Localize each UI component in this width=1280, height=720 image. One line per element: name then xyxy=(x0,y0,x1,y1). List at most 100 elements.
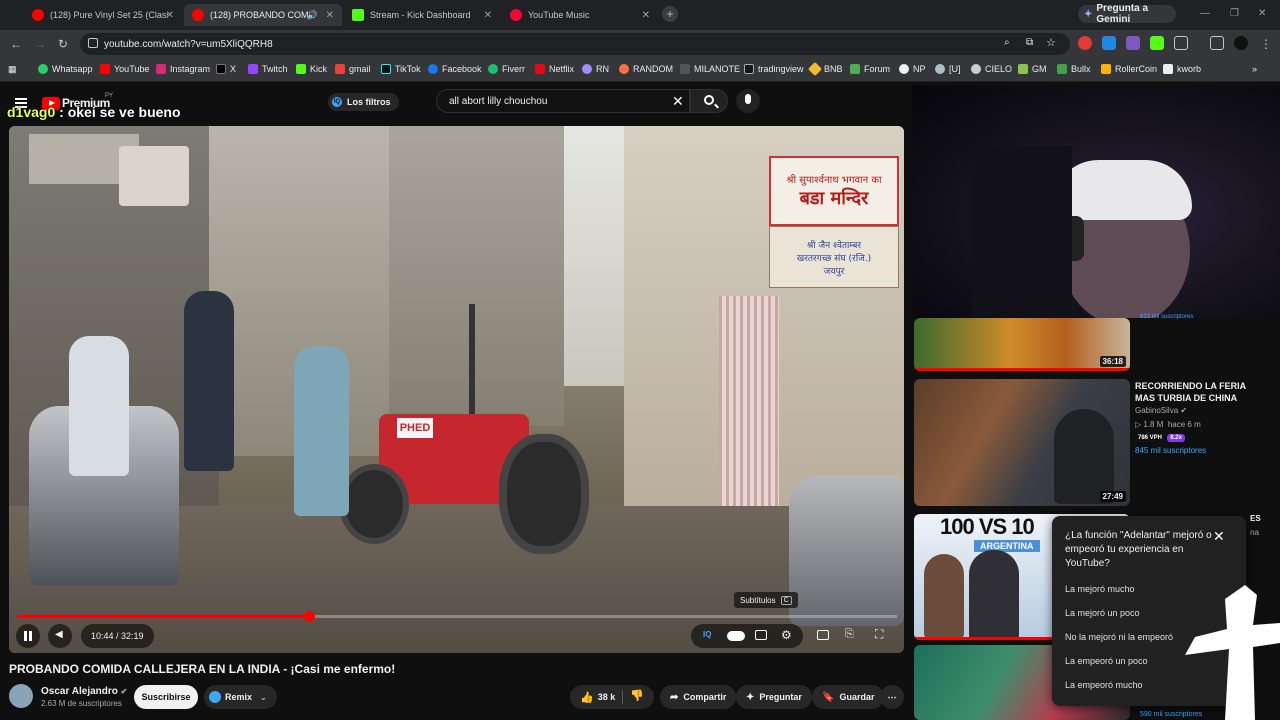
volume-button[interactable]: ◀ xyxy=(48,624,72,648)
bookmark-whatsapp[interactable]: Whatsapp xyxy=(38,64,93,74)
bookmark-tradingview[interactable]: tradingview xyxy=(744,64,804,74)
bookmark-gm[interactable]: GM xyxy=(1018,64,1047,74)
subtitles-icon[interactable] xyxy=(755,630,767,640)
more-bookmarks-icon[interactable]: » xyxy=(1252,64,1257,74)
bookmark-random[interactable]: RANDOM xyxy=(619,64,673,74)
filters-chip[interactable]: IQ Los filtros xyxy=(328,93,399,111)
extensions-puzzle-icon[interactable] xyxy=(1174,36,1188,50)
bookmark-forum[interactable]: Forum xyxy=(850,64,890,74)
kick-extension-icon[interactable] xyxy=(1150,36,1164,50)
bookmark-facebook[interactable]: Facebook xyxy=(428,64,482,74)
zoom-icon[interactable]: ⌕ xyxy=(1004,37,1010,48)
search-button[interactable] xyxy=(690,89,728,113)
tab-kick-dashboard[interactable]: Stream - Kick Dashboard ✕ xyxy=(344,4,500,26)
extension-icon[interactable] xyxy=(1102,36,1116,50)
maximize-icon[interactable]: ❐ xyxy=(1230,8,1239,19)
gemini-label: Pregunta a Gemini xyxy=(1096,3,1149,25)
bookmark-netflix[interactable]: Netflix xyxy=(535,64,574,74)
instagram-icon xyxy=(156,64,166,74)
install-icon[interactable]: ⧉ xyxy=(1026,37,1033,48)
bookmark-x[interactable]: X xyxy=(216,64,236,74)
facebook-icon xyxy=(428,64,438,74)
survey-option[interactable]: La mejoró un poco xyxy=(1065,608,1140,618)
gemini-button[interactable]: ✦ Pregunta a Gemini xyxy=(1078,3,1176,25)
site-info-icon[interactable] xyxy=(88,38,98,48)
fullscreen-icon[interactable]: ⛶ xyxy=(875,627,883,642)
close-icon[interactable]: ✕ xyxy=(1213,528,1225,545)
save-button[interactable]: 🔖 Guardar xyxy=(812,685,885,709)
close-icon[interactable]: ✕ xyxy=(166,10,174,21)
dislike-icon[interactable]: 👎 xyxy=(630,689,644,702)
bookmark-instagram[interactable]: Instagram xyxy=(156,64,210,74)
channel-avatar[interactable] xyxy=(9,684,33,708)
recommendation-title[interactable]: RECORRIENDO LA FERIA MAS TURBIA DE CHINA xyxy=(1135,380,1265,404)
bookmark-milanote[interactable]: MILANOTE xyxy=(680,64,740,74)
vph-badge: 786 VPH xyxy=(1135,434,1166,442)
forward-icon[interactable]: → xyxy=(34,37,46,51)
bookmark-star-icon[interactable]: ☆ xyxy=(1046,36,1056,49)
tab-pure-vinyl[interactable]: (128) Pure Vinyl Set 25 (Classic ✕ xyxy=(24,4,182,26)
reload-icon[interactable]: ↻ xyxy=(58,37,68,51)
autoplay-toggle[interactable] xyxy=(727,631,745,641)
bookmark-kick[interactable]: Kick xyxy=(296,64,327,74)
bookmark-kworb[interactable]: kworb xyxy=(1163,64,1201,74)
cast-icon[interactable]: ⎘ xyxy=(845,628,854,641)
bookmark-fiverr[interactable]: Fiverr xyxy=(488,64,525,74)
survey-option[interactable]: La empeoró mucho xyxy=(1065,680,1143,690)
menu-kebab-icon[interactable]: ⋮ xyxy=(1260,37,1272,51)
more-actions-button[interactable]: ⋯ xyxy=(880,685,904,709)
apps-grid-icon[interactable]: ▦ xyxy=(8,64,17,75)
jain-sign: श्री जैन श्वेताम्बर खरतरगच्छ संघ (रजि.) … xyxy=(769,226,899,288)
tab-probando-comida[interactable]: (128) PROBANDO COMIDA 🔊 ✕ xyxy=(184,4,342,26)
bookmark-rn[interactable]: RN xyxy=(582,64,609,74)
recommendation-channel[interactable]: GabinoSilva ✔ xyxy=(1135,406,1187,415)
survey-option[interactable]: La mejoró mucho xyxy=(1065,584,1135,594)
voice-search-button[interactable] xyxy=(736,89,760,113)
recommendation-thumbnail[interactable]: 27:49 xyxy=(914,379,1130,506)
like-count[interactable]: 38 k xyxy=(598,692,616,702)
speaker-icon[interactable]: 🔊 xyxy=(307,10,318,21)
reading-list-icon[interactable] xyxy=(1210,36,1224,50)
bookmark-cielo[interactable]: CIELO xyxy=(971,64,1012,74)
minimize-icon[interactable]: — xyxy=(1200,8,1210,19)
ask-button[interactable]: ✦ Preguntar xyxy=(736,685,812,709)
bookmarks-bar: ▦ Whatsapp YouTube Instagram X Twitch Ki… xyxy=(0,58,1280,82)
bookmark-u[interactable]: [U] xyxy=(935,64,961,74)
recommendation-thumbnail[interactable]: 36:18 xyxy=(914,318,1130,371)
bookmark-bullx[interactable]: Bullx xyxy=(1057,64,1091,74)
settings-gear-icon[interactable]: ⚙ xyxy=(781,628,792,642)
bookmark-np[interactable]: NP xyxy=(899,64,926,74)
close-icon[interactable]: ✕ xyxy=(326,10,334,21)
bookmark-bnb[interactable]: BNB xyxy=(807,61,843,77)
profile-avatar[interactable] xyxy=(1234,36,1248,50)
like-icon[interactable]: 👍 xyxy=(580,691,594,704)
pause-button[interactable] xyxy=(16,624,40,648)
extension-icon[interactable] xyxy=(1126,36,1140,50)
close-window-icon[interactable]: ✕ xyxy=(1258,8,1266,19)
miniplayer-icon[interactable] xyxy=(817,630,829,640)
close-icon[interactable]: ✕ xyxy=(642,10,650,21)
address-bar[interactable]: youtube.com/watch?v=um5XliQQRH8 ⌕ ⧉ ☆ xyxy=(80,33,1070,55)
video-player[interactable]: श्री सुपार्श्वनाथ भगवान का बडा मन्दिर श्… xyxy=(9,126,904,653)
bookmark-youtube[interactable]: YouTube xyxy=(100,64,149,74)
close-icon[interactable]: ✕ xyxy=(484,10,492,21)
iq-extension-icon[interactable]: IQ xyxy=(703,630,711,639)
tab-youtube-music[interactable]: YouTube Music ✕ xyxy=(502,4,658,26)
bookmark-twitch[interactable]: Twitch xyxy=(248,64,288,74)
search-input[interactable]: all abort lilly chouchou xyxy=(436,89,690,113)
bookmark-rollercoin[interactable]: RollerCoin xyxy=(1101,64,1157,74)
new-tab-button[interactable]: + xyxy=(662,6,678,22)
survey-option[interactable]: La empeoró un poco xyxy=(1065,656,1148,666)
clear-search-icon[interactable]: ✕ xyxy=(672,93,684,109)
back-icon[interactable]: ← xyxy=(10,37,22,51)
survey-option[interactable]: No la mejoró ni la empeoró xyxy=(1065,632,1173,642)
record-extension-icon[interactable] xyxy=(1078,36,1092,50)
subscribe-button[interactable]: Suscribirse xyxy=(134,685,198,709)
remix-button[interactable]: Remix ⌄ xyxy=(204,685,277,709)
bookmark-gmail[interactable]: gmail xyxy=(335,64,371,74)
bookmark-tiktok[interactable]: TikTok xyxy=(381,64,421,74)
channel-name[interactable]: Oscar Alejandro ✔ xyxy=(41,686,127,697)
rider-left xyxy=(69,336,129,476)
progress-bar[interactable] xyxy=(17,611,897,622)
share-button[interactable]: ➦ Compartir xyxy=(660,685,737,709)
